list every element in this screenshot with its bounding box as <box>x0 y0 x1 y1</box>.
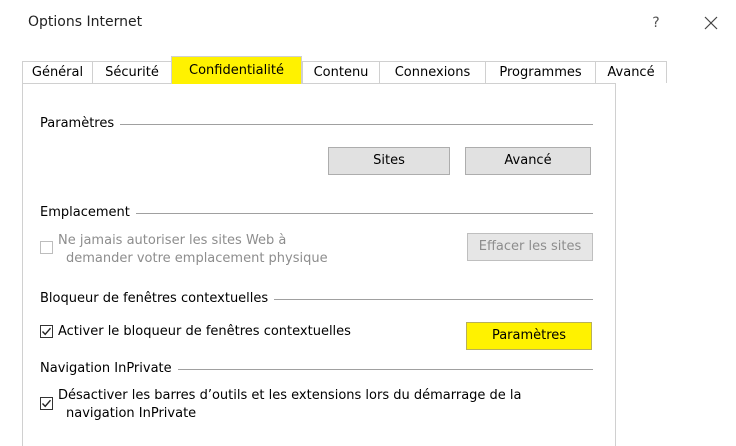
help-button[interactable]: ? <box>646 14 666 34</box>
clear-sites-button[interactable]: Effacer les sites <box>467 233 593 261</box>
tab-avance[interactable]: Avancé <box>595 61 667 83</box>
location-checkbox-label: Ne jamais autoriser les sites Web à <box>58 233 287 248</box>
internet-options-dialog: Options Internet ? Général Sécurité Conf… <box>0 0 736 446</box>
dialog-title: Options Internet <box>28 14 143 30</box>
popup-blocker-label: Activer le bloqueur de fenêtres contextu… <box>58 324 351 339</box>
section-divider <box>40 124 593 125</box>
location-checkbox[interactable] <box>40 241 53 254</box>
checkmark-icon <box>41 399 52 408</box>
advanced-button[interactable]: Avancé <box>465 147 591 175</box>
inprivate-label-line2: navigation InPrivate <box>66 406 197 421</box>
tab-contenu[interactable]: Contenu <box>302 61 379 83</box>
inprivate-checkbox[interactable] <box>40 397 53 410</box>
section-label-parametres: Paramètres <box>40 116 121 132</box>
section-label-emplacement: Emplacement <box>40 205 136 221</box>
close-icon <box>704 16 718 30</box>
popup-blocker-checkbox[interactable] <box>40 325 53 338</box>
sites-button[interactable]: Sites <box>328 147 450 175</box>
tab-programmes[interactable]: Programmes <box>485 61 595 83</box>
checkmark-icon <box>41 327 52 336</box>
tab-general[interactable]: Général <box>22 61 92 83</box>
section-label-inprivate: Navigation InPrivate <box>40 361 178 377</box>
tab-connexions[interactable]: Connexions <box>379 61 485 83</box>
location-checkbox-label-line2: demander votre emplacement physique <box>66 251 328 266</box>
inprivate-label: Désactiver les barres d’outils et les ex… <box>58 388 522 403</box>
popup-settings-button[interactable]: Paramètres <box>466 322 592 350</box>
close-button[interactable] <box>700 12 722 34</box>
tab-confidentialite[interactable]: Confidentialité <box>171 56 302 84</box>
tab-securite[interactable]: Sécurité <box>92 61 171 83</box>
section-label-bloqueur: Bloqueur de fenêtres contextuelles <box>40 291 275 307</box>
